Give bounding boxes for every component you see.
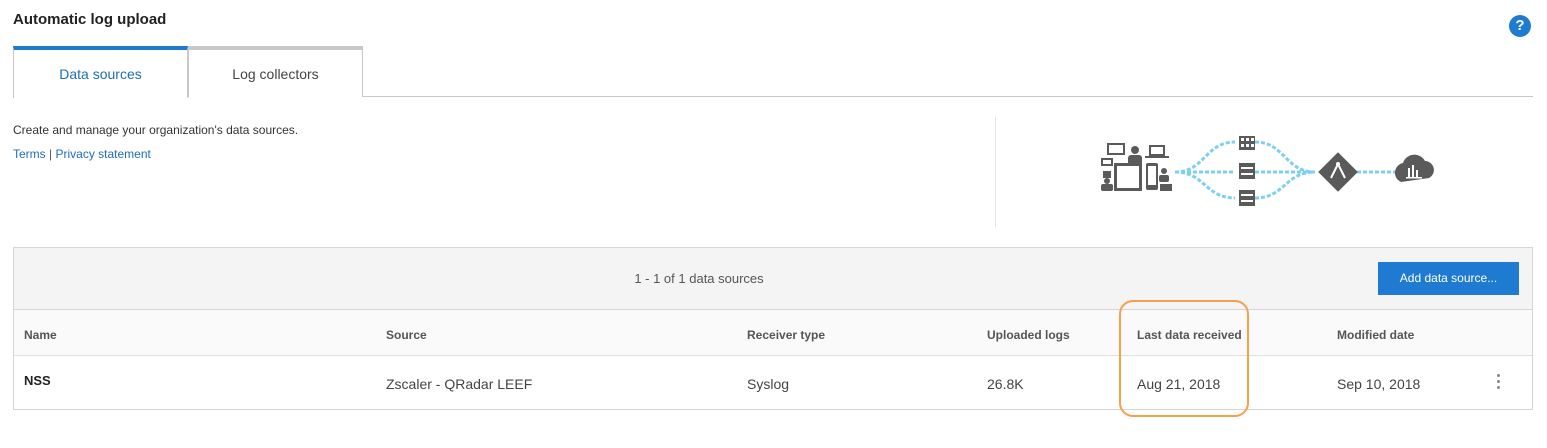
- cell-receiver-type: Syslog: [747, 376, 790, 392]
- results-count: 1 - 1 of 1 data sources: [634, 271, 764, 286]
- cell-uploaded-logs: 26.8K: [987, 376, 1024, 392]
- column-header-receiver-type[interactable]: Receiver type: [747, 328, 825, 342]
- table-row[interactable]: NSS Zscaler - QRadar LEEF Syslog 26.8K A…: [14, 356, 1532, 409]
- tab-log-collectors[interactable]: Log collectors: [188, 46, 363, 97]
- cell-name: NSS: [24, 373, 51, 388]
- cell-modified-date: Sep 10, 2018: [1337, 376, 1421, 392]
- data-sources-table: 1 - 1 of 1 data sources Add data source.…: [13, 247, 1533, 410]
- vertical-divider: [995, 117, 996, 227]
- cell-source: Zscaler - QRadar LEEF: [386, 376, 533, 392]
- link-separator: |: [49, 147, 53, 161]
- tab-data-sources[interactable]: Data sources: [13, 46, 188, 98]
- help-icon[interactable]: ?: [1509, 15, 1531, 37]
- table-toolbar: 1 - 1 of 1 data sources Add data source.…: [14, 248, 1532, 310]
- gateway-icon: [1318, 152, 1358, 192]
- legal-links: Terms | Privacy statement: [13, 147, 151, 161]
- column-header-uploaded-logs[interactable]: Uploaded logs: [987, 328, 1070, 342]
- column-header-modified-date[interactable]: Modified date: [1337, 328, 1414, 342]
- log-flow-illustration: [1101, 136, 1434, 206]
- tab-bar: Data sources Log collectors: [13, 46, 1533, 98]
- column-header-name[interactable]: Name: [24, 328, 57, 342]
- page-title: Automatic log upload: [13, 11, 167, 28]
- description-text: Create and manage your organization's da…: [13, 123, 299, 137]
- table-header: Name Source Receiver type Uploaded logs …: [14, 310, 1532, 356]
- column-header-source[interactable]: Source: [386, 328, 427, 342]
- privacy-statement-link[interactable]: Privacy statement: [55, 147, 150, 161]
- terms-link[interactable]: Terms: [13, 147, 46, 161]
- cell-last-data-received: Aug 21, 2018: [1137, 376, 1221, 392]
- devices-icon: [1101, 143, 1172, 191]
- server-icons: [1239, 136, 1255, 206]
- cloud-icon: [1394, 154, 1434, 182]
- column-header-last-data-received[interactable]: Last data received: [1137, 328, 1242, 342]
- more-options-icon[interactable]: [1491, 374, 1505, 392]
- add-data-source-button[interactable]: Add data source...: [1378, 262, 1519, 295]
- flow-lines: [1174, 140, 1395, 200]
